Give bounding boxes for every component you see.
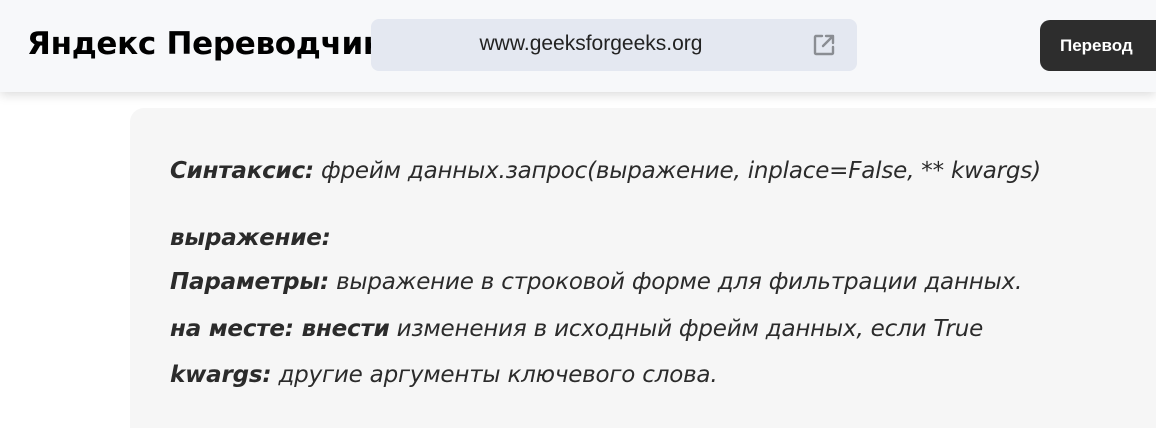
inplace-text: изменения в исходный фрейм данных, если … [389,316,984,342]
parameters-text: выражение в строковой форме для фильтрац… [328,269,1023,295]
external-link-icon[interactable] [811,32,837,58]
inplace-label: на месте: внести [170,316,390,342]
parameters-line: Параметры: выражение в строковой форме д… [170,269,1022,295]
translate-button[interactable]: Перевод [1040,20,1156,71]
syntax-text: фрейм данных.запрос(выражение, inplace=F… [313,158,1041,184]
kwargs-text: другие аргументы ключевого слова. [271,362,718,388]
expression-heading: выражение: [170,225,331,251]
url-text[interactable]: www.geeksforgeeks.org [371,32,811,56]
syntax-label: Синтаксис: [170,158,314,184]
parameters-label: Параметры: [170,269,329,295]
kwargs-line: kwargs: другие аргументы ключевого слова… [170,362,718,388]
top-bar: Яндекс Переводчик www.geeksforgeeks.org … [0,0,1156,92]
app-logo[interactable]: Яндекс Переводчик [27,26,384,62]
inplace-line: на месте: внести изменения в исходный фр… [170,316,983,342]
kwargs-label: kwargs: [170,362,272,388]
url-field[interactable]: www.geeksforgeeks.org [371,19,857,71]
syntax-line: Синтаксис: фрейм данных.запрос(выражение… [170,158,1041,184]
translated-content: Синтаксис: фрейм данных.запрос(выражение… [130,108,1156,428]
translate-button-label: Перевод [1060,35,1133,55]
